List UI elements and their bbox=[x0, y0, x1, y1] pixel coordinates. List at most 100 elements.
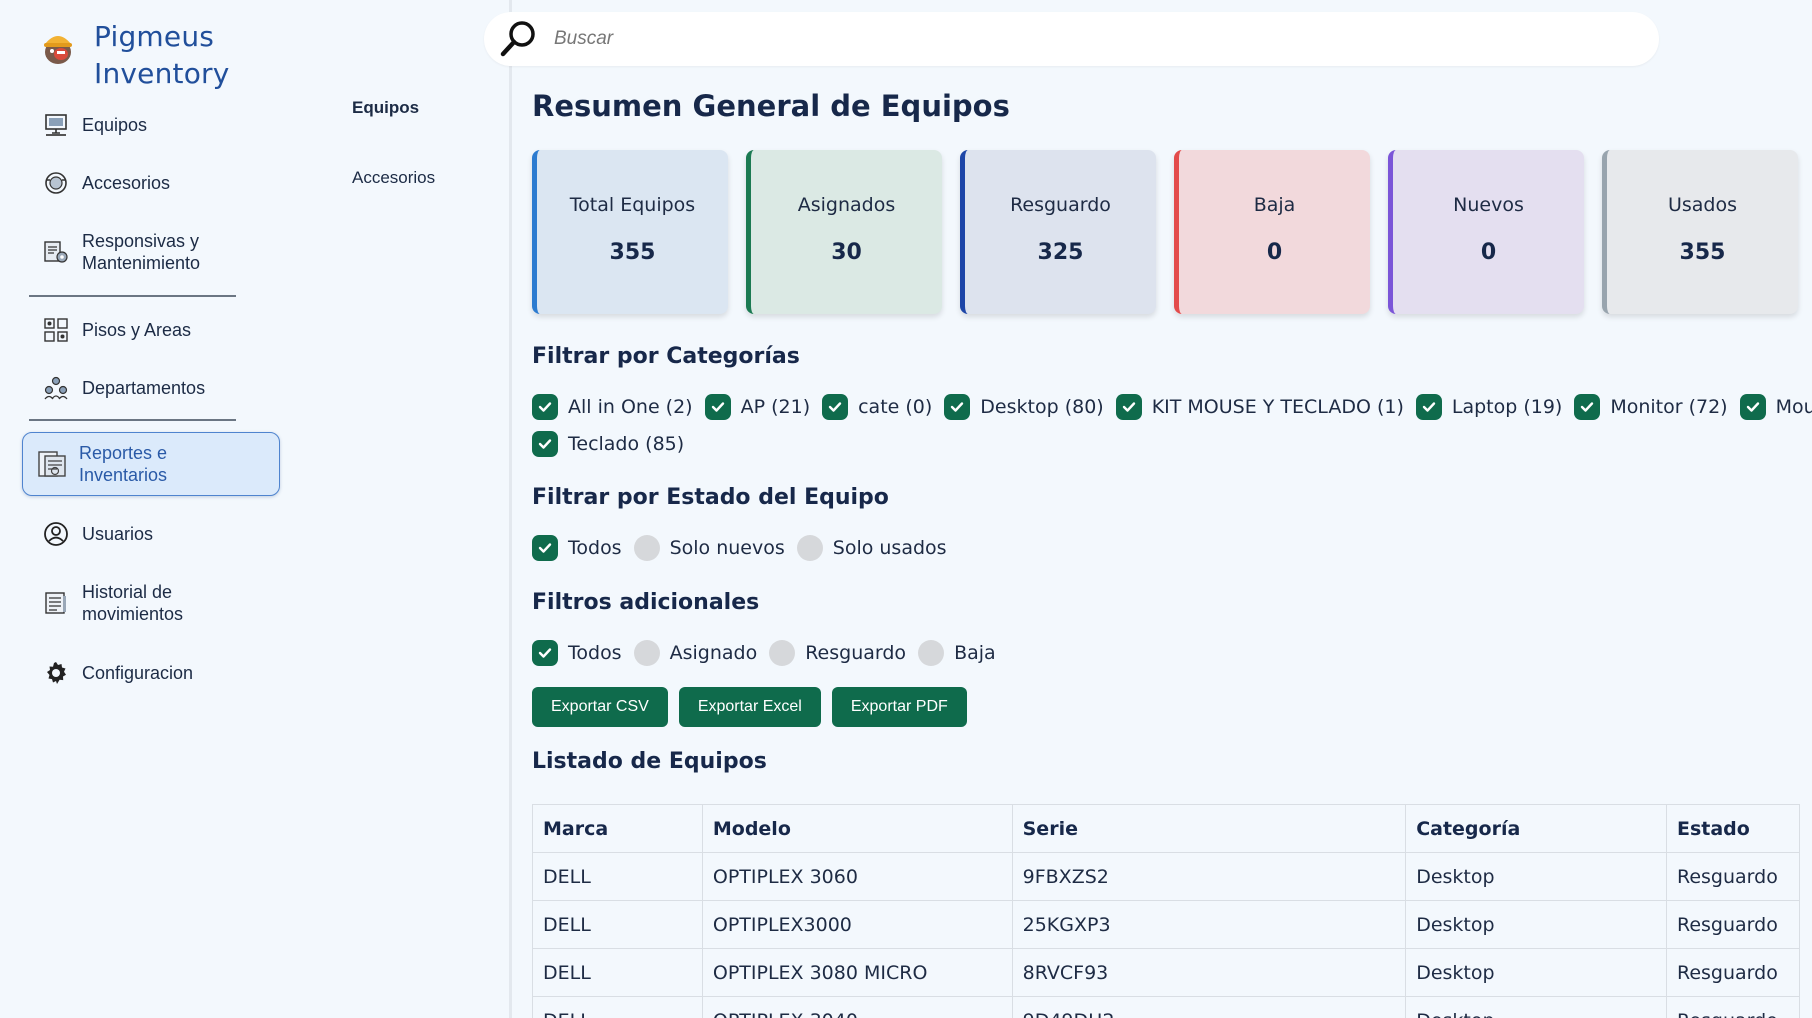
check-icon[interactable] bbox=[1574, 394, 1601, 420]
column-header-marca[interactable]: Marca bbox=[532, 804, 703, 853]
sidebar-item-usuarios[interactable]: Usuarios bbox=[42, 520, 153, 548]
summary-card-total: Total Equipos 355 bbox=[532, 150, 728, 314]
radio-unchecked-icon[interactable] bbox=[918, 640, 945, 666]
additional-radio[interactable]: Baja bbox=[918, 640, 996, 666]
cell-serie: 9D49DH2 bbox=[1011, 996, 1407, 1018]
search-icon[interactable] bbox=[498, 18, 540, 60]
checkbox-label: Monitor (72) bbox=[1610, 396, 1728, 418]
checkbox-label: Mouse (75) bbox=[1775, 396, 1812, 418]
check-icon[interactable] bbox=[944, 394, 971, 420]
status-radio[interactable]: Solo nuevos bbox=[633, 535, 785, 561]
additional-radio[interactable]: Asignado bbox=[633, 640, 758, 666]
status-radio[interactable]: Solo usados bbox=[796, 535, 947, 561]
sidebar-item-pisos[interactable]: Pisos y Areas bbox=[42, 316, 191, 344]
check-icon[interactable] bbox=[704, 394, 731, 420]
headset-icon bbox=[42, 169, 70, 197]
check-icon[interactable] bbox=[532, 394, 558, 420]
sidebar-divider bbox=[29, 295, 236, 297]
sidebar-item-responsivas[interactable]: Responsivas y Mantenimiento bbox=[42, 230, 200, 274]
cell-categoria: Desktop bbox=[1405, 996, 1667, 1018]
column-header-estado[interactable]: Estado bbox=[1665, 804, 1801, 853]
radio-unchecked-icon[interactable] bbox=[769, 640, 796, 666]
radio-label: Todos bbox=[568, 537, 622, 559]
card-title: Baja bbox=[1253, 194, 1296, 216]
checkbox-label: Teclado (85) bbox=[568, 433, 685, 455]
cell-modelo: OPTIPLEX 3080 MICRO bbox=[701, 948, 1013, 997]
export-excel-button[interactable]: Exportar Excel bbox=[678, 687, 821, 727]
sidebar-item-label-line2: Mantenimiento bbox=[82, 253, 201, 273]
radio-unchecked-icon[interactable] bbox=[633, 640, 660, 666]
sidebar-item-reportes[interactable]: Reportes e Inventarios bbox=[22, 432, 280, 496]
card-value: 325 bbox=[1037, 240, 1084, 265]
radio-label: Asignado bbox=[669, 642, 758, 664]
check-icon[interactable] bbox=[822, 394, 849, 420]
radio-label: Solo nuevos bbox=[669, 537, 785, 559]
card-value: 0 bbox=[1266, 240, 1283, 265]
computer-icon bbox=[42, 111, 70, 139]
check-icon[interactable] bbox=[1739, 394, 1766, 420]
sidebar-divider bbox=[29, 419, 236, 421]
table-row[interactable]: DELL OPTIPLEX3000 25KGXP3 Desktop Resgua… bbox=[532, 900, 1801, 949]
sidebar-item-label: Configuracion bbox=[82, 663, 194, 683]
category-checkbox[interactable]: KIT MOUSE Y TECLADO (1) bbox=[1115, 394, 1404, 420]
check-icon[interactable] bbox=[1415, 394, 1442, 420]
sidebar-item-accesorios[interactable]: Accesorios bbox=[42, 169, 170, 197]
subnav-item-equipos[interactable]: Equipos bbox=[352, 98, 419, 118]
sidebar-item-departamentos[interactable]: Departamentos bbox=[42, 374, 205, 402]
card-title: Nuevos bbox=[1453, 194, 1524, 216]
app-title: Pigmeus Inventory bbox=[94, 18, 230, 92]
category-checkbox[interactable]: Laptop (19) bbox=[1415, 394, 1562, 420]
sidebar-item-equipos[interactable]: Equipos bbox=[42, 111, 147, 139]
check-icon[interactable] bbox=[532, 640, 558, 666]
additional-radio[interactable]: Todos bbox=[532, 640, 622, 666]
column-header-categoria[interactable]: Categoría bbox=[1405, 804, 1667, 853]
sidebar-item-label-line1: Historial de bbox=[82, 582, 173, 602]
table-row[interactable]: DELL OPTIPLEX 3060 9FBXZS2 Desktop Resgu… bbox=[532, 852, 1801, 901]
sidebar-item-label-line1: Reportes e bbox=[79, 443, 168, 463]
checkbox-label: KIT MOUSE Y TECLADO (1) bbox=[1151, 396, 1404, 418]
category-checkbox[interactable]: cate (0) bbox=[822, 394, 932, 420]
export-csv-button[interactable]: Exportar CSV bbox=[532, 687, 668, 727]
category-filter-row: Teclado (85) bbox=[532, 431, 696, 457]
category-checkbox[interactable]: Desktop (80) bbox=[944, 394, 1104, 420]
cell-modelo: OPTIPLEX 3040 bbox=[701, 996, 1013, 1018]
cell-estado: Resguardo bbox=[1665, 948, 1801, 997]
table-row[interactable]: DELL OPTIPLEX 3080 MICRO 8RVCF93 Desktop… bbox=[532, 948, 1801, 997]
column-header-serie[interactable]: Serie bbox=[1011, 804, 1407, 853]
radio-unchecked-icon[interactable] bbox=[633, 535, 660, 561]
brand[interactable]: Pigmeus Inventory bbox=[38, 18, 230, 92]
search-input[interactable] bbox=[554, 28, 1454, 50]
column-header-modelo[interactable]: Modelo bbox=[701, 804, 1013, 853]
checkbox-label: AP (21) bbox=[740, 396, 811, 418]
sidebar-item-label: Reportes e Inventarios bbox=[79, 442, 167, 486]
check-icon[interactable] bbox=[532, 535, 558, 561]
cell-serie: 8RVCF93 bbox=[1011, 948, 1407, 997]
card-value: 355 bbox=[1679, 240, 1726, 265]
cell-serie: 9FBXZS2 bbox=[1011, 852, 1407, 901]
check-icon[interactable] bbox=[1115, 394, 1142, 420]
check-icon[interactable] bbox=[532, 431, 558, 457]
category-checkbox[interactable]: Mouse (75) bbox=[1739, 394, 1812, 420]
sidebar: Pigmeus Inventory Equipos Accesorios Res… bbox=[0, 0, 290, 1018]
gear-icon bbox=[42, 659, 70, 687]
sidebar-item-configuracion[interactable]: Configuracion bbox=[42, 659, 193, 687]
radio-label: Todos bbox=[568, 642, 622, 664]
app-title-line1: Pigmeus bbox=[94, 20, 215, 53]
status-radio[interactable]: Todos bbox=[532, 535, 622, 561]
additional-radio[interactable]: Resguardo bbox=[769, 640, 906, 666]
export-pdf-button[interactable]: Exportar PDF bbox=[831, 687, 967, 727]
search-bar[interactable] bbox=[484, 12, 1659, 66]
table-row[interactable]: DELL OPTIPLEX 3040 9D49DH2 Desktop Resgu… bbox=[532, 996, 1801, 1018]
user-icon bbox=[42, 520, 70, 548]
category-checkbox[interactable]: Teclado (85) bbox=[532, 431, 684, 457]
report-icon bbox=[35, 447, 69, 481]
sidebar-item-historial[interactable]: Historial de movimientos bbox=[42, 581, 183, 625]
radio-unchecked-icon[interactable] bbox=[796, 535, 823, 561]
card-title: Usados bbox=[1667, 194, 1738, 216]
category-checkbox[interactable]: Monitor (72) bbox=[1574, 394, 1728, 420]
category-checkbox[interactable]: All in One (2) bbox=[532, 394, 693, 420]
category-checkbox[interactable]: AP (21) bbox=[704, 394, 811, 420]
subnav-item-accesorios[interactable]: Accesorios bbox=[352, 168, 435, 188]
category-filter-row: All in One (2) AP (21) cate (0) Desktop … bbox=[532, 394, 1812, 420]
table-header-row: Marca Modelo Serie Categoría Estado bbox=[532, 804, 1801, 853]
